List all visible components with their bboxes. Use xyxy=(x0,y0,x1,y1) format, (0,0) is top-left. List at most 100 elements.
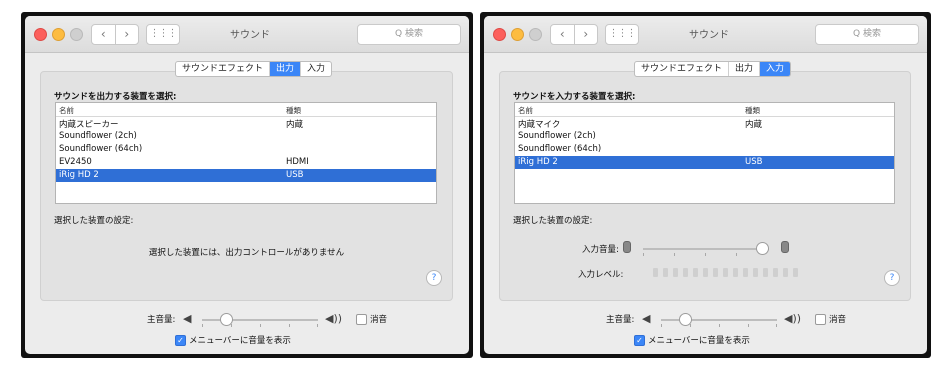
window-title: サウンド xyxy=(689,30,729,41)
volume-slider-knob[interactable] xyxy=(679,313,692,326)
device-heading: サウンドを出力する装置を選択: xyxy=(54,92,177,102)
column-type-header[interactable]: 種類 xyxy=(286,105,301,116)
forward-chevron-icon[interactable]: › xyxy=(116,25,139,44)
menubar-volume-label: メニューバーに音量を表示 xyxy=(648,336,750,346)
minimize-window-button[interactable] xyxy=(52,28,65,41)
tab-input[interactable]: 入力 xyxy=(301,62,331,76)
input-volume-slider-knob[interactable] xyxy=(756,242,769,255)
mute-checkbox[interactable] xyxy=(815,314,826,325)
level-segment xyxy=(783,268,788,277)
device-type: USB xyxy=(286,170,304,180)
device-type: 内蔵 xyxy=(745,120,763,130)
table-row[interactable]: Soundflower (2ch) xyxy=(56,130,436,143)
slider-tick xyxy=(643,253,644,256)
table-header: 名前 種類 xyxy=(515,103,894,117)
device-name: iRig HD 2 xyxy=(59,170,99,180)
close-window-button[interactable] xyxy=(34,28,47,41)
device-type: HDMI xyxy=(286,157,309,167)
level-segment xyxy=(733,268,738,277)
slider-tick xyxy=(661,324,662,327)
back-chevron-icon[interactable]: ‹ xyxy=(92,25,116,44)
input-window-frame: ‹ › ⋮⋮⋮ サウンド Q 検索 サウンドを入力する装置を選択: 名前 種類 … xyxy=(480,12,931,358)
speaker-high-icon: ◀)) xyxy=(784,312,802,325)
device-name: 内蔵マイク xyxy=(518,120,561,130)
table-row[interactable]: EV2450 HDMI xyxy=(56,156,436,169)
table-row[interactable]: 内蔵マイク 内蔵 xyxy=(515,117,894,130)
input-level-meter xyxy=(653,268,798,277)
input-volume-slider-track[interactable] xyxy=(643,248,769,250)
level-segment xyxy=(663,268,668,277)
microphone-high-icon xyxy=(781,241,789,253)
slider-tick xyxy=(260,324,261,327)
zoom-window-button[interactable] xyxy=(529,28,542,41)
tab-sound-effects[interactable]: サウンドエフェクト xyxy=(176,62,271,76)
level-segment xyxy=(753,268,758,277)
table-row[interactable]: Soundflower (64ch) xyxy=(56,143,436,156)
input-level-label: 入力レベル: xyxy=(578,270,624,280)
close-window-button[interactable] xyxy=(493,28,506,41)
column-name-header[interactable]: 名前 xyxy=(518,105,533,116)
level-segment xyxy=(743,268,748,277)
settings-label: 選択した装置の設定: xyxy=(513,216,593,226)
level-segment xyxy=(763,268,768,277)
level-segment xyxy=(693,268,698,277)
level-segment xyxy=(673,268,678,277)
minimize-window-button[interactable] xyxy=(511,28,524,41)
device-table[interactable]: 名前 種類 内蔵マイク 内蔵 Soundflower (2ch) Soundfl… xyxy=(514,102,895,204)
output-panel: サウンドを出力する装置を選択: 名前 種類 内蔵スピーカー 内蔵 Soundfl… xyxy=(40,71,453,301)
mute-label: 消音 xyxy=(370,315,388,325)
output-window-frame: ‹ › ⋮⋮⋮ サウンド Q 検索 サウンドを出力する装置を選択: 名前 種類 … xyxy=(21,12,473,358)
level-segment xyxy=(793,268,798,277)
level-segment xyxy=(703,268,708,277)
volume-slider-knob[interactable] xyxy=(220,313,233,326)
zoom-window-button[interactable] xyxy=(70,28,83,41)
search-field[interactable]: Q 検索 xyxy=(815,24,919,45)
forward-chevron-icon[interactable]: › xyxy=(575,25,598,44)
input-volume-label: 入力音量: xyxy=(582,245,619,255)
column-name-header[interactable]: 名前 xyxy=(59,105,74,116)
level-segment xyxy=(773,268,778,277)
device-type: USB xyxy=(745,157,763,167)
device-heading: サウンドを入力する装置を選択: xyxy=(513,92,636,102)
device-name: Soundflower (64ch) xyxy=(518,144,602,154)
table-row-selected[interactable]: iRig HD 2 USB xyxy=(515,156,894,169)
column-type-header[interactable]: 種類 xyxy=(745,105,760,116)
table-row[interactable]: Soundflower (64ch) xyxy=(515,143,894,156)
volume-label: 主音量: xyxy=(606,315,635,325)
sound-window-input: ‹ › ⋮⋮⋮ サウンド Q 検索 サウンドを入力する装置を選択: 名前 種類 … xyxy=(484,16,927,354)
device-type: 内蔵 xyxy=(286,120,304,130)
window-title: サウンド xyxy=(230,30,270,41)
menubar-volume-checkbox[interactable]: ✓ xyxy=(175,335,186,346)
microphone-low-icon xyxy=(623,241,631,253)
tab-output[interactable]: 出力 xyxy=(729,62,761,76)
table-row-selected[interactable]: iRig HD 2 USB xyxy=(56,169,436,182)
device-name: Soundflower (64ch) xyxy=(59,144,143,154)
tab-output[interactable]: 出力 xyxy=(270,62,302,76)
back-forward-buttons: ‹ › xyxy=(550,24,598,45)
back-chevron-icon[interactable]: ‹ xyxy=(551,25,575,44)
level-segment xyxy=(653,268,658,277)
table-row[interactable]: Soundflower (2ch) xyxy=(515,130,894,143)
titlebar: ‹ › ⋮⋮⋮ サウンド Q 検索 xyxy=(25,16,469,53)
tab-input[interactable]: 入力 xyxy=(760,62,791,76)
help-button[interactable]: ? xyxy=(884,270,900,286)
menubar-volume-label: メニューバーに音量を表示 xyxy=(189,336,291,346)
input-panel: サウンドを入力する装置を選択: 名前 種類 内蔵マイク 内蔵 Soundflow… xyxy=(499,71,911,301)
level-segment xyxy=(713,268,718,277)
mute-label: 消音 xyxy=(829,315,847,325)
device-name: iRig HD 2 xyxy=(518,157,558,167)
help-button[interactable]: ? xyxy=(426,270,442,286)
speaker-low-icon: ◀ xyxy=(183,312,192,325)
search-field[interactable]: Q 検索 xyxy=(357,24,461,45)
table-row[interactable]: 内蔵スピーカー 内蔵 xyxy=(56,117,436,130)
speaker-high-icon: ◀)) xyxy=(325,312,343,325)
slider-tick xyxy=(736,253,737,256)
mute-checkbox[interactable] xyxy=(356,314,367,325)
device-table[interactable]: 名前 種類 内蔵スピーカー 内蔵 Soundflower (2ch) Sound… xyxy=(55,102,437,204)
slider-tick xyxy=(776,324,777,327)
titlebar: ‹ › ⋮⋮⋮ サウンド Q 検索 xyxy=(484,16,927,53)
menubar-volume-checkbox[interactable]: ✓ xyxy=(634,335,645,346)
tab-bar: サウンドエフェクト 出力 入力 xyxy=(175,61,333,77)
level-segment xyxy=(723,268,728,277)
tab-sound-effects[interactable]: サウンドエフェクト xyxy=(635,62,730,76)
